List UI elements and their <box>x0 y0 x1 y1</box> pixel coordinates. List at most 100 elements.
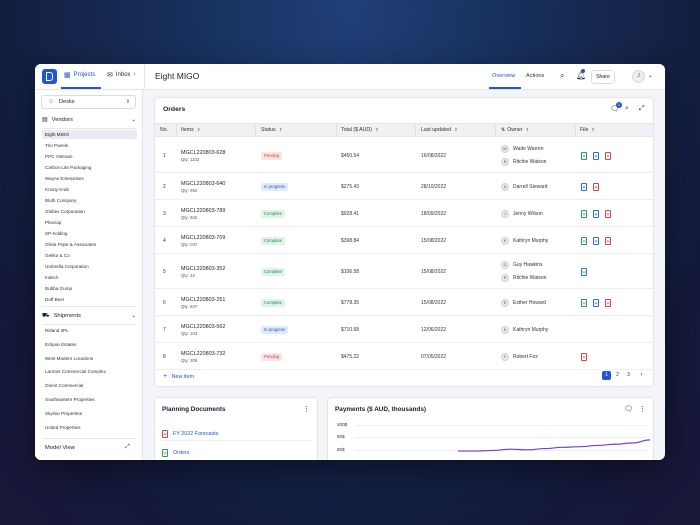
user-avatar[interactable]: J <box>632 70 645 83</box>
page-button-1[interactable]: 1 <box>602 371 611 380</box>
document-link[interactable]: ▤ Orders <box>162 449 189 457</box>
sidebar-item-vendor[interactable]: Krusty Krab <box>42 185 137 194</box>
sidebar-item-shipment[interactable]: West Modern Locations <box>42 354 137 363</box>
more-icon[interactable]: ⋮ <box>303 405 310 413</box>
col-total[interactable]: Total ($ AUD) ⇕ <box>341 127 379 133</box>
sidebar-item-shipment[interactable]: Southeastern Properties <box>42 395 137 404</box>
row-number: 4 <box>163 237 166 244</box>
table-row[interactable]: 5 MGCL220803-352 Qty: 12 Complete $106.58 15/… <box>155 254 653 289</box>
expand-icon[interactable]: ⤢ <box>125 444 130 451</box>
spreadsheet-file-icon[interactable]: ▤ <box>581 209 587 218</box>
item-code[interactable]: MGCL220803-562 <box>181 324 225 330</box>
owner[interactable]: J Jenny Wilson <box>501 209 543 218</box>
table-row[interactable]: 8 MGCL220803-732 Qty: 209 Pending $475.22 07/… <box>155 343 653 370</box>
sidebar-item-vendor[interactable]: Bluth Company <box>42 196 137 205</box>
row-number: 5 <box>163 268 166 275</box>
document-file-icon[interactable]: ▤ <box>593 236 599 245</box>
nav-projects[interactable]: ▦ Projects <box>64 71 95 79</box>
expand-icon[interactable]: ⤢ <box>639 105 645 113</box>
sidebar-item-vendor[interactable]: Plexzap <box>42 218 137 227</box>
sidebar-item-shipment[interactable]: Ritland 3PL <box>42 326 137 335</box>
sidebar-item-vendor[interactable]: Duff Beer <box>42 295 137 304</box>
pdf-file-icon[interactable]: ▤ <box>605 151 611 160</box>
col-owner[interactable]: ⇅ Owner ⇕ <box>501 127 529 133</box>
item-code[interactable]: MGCL220803-709 <box>181 235 225 241</box>
owner[interactable]: W Wade Warren <box>501 144 543 153</box>
sidebar-item-vendor[interactable]: Wayne Enterprises <box>42 174 137 183</box>
vendors-section-header[interactable]: ▤ Vendors ⌄ <box>42 116 136 124</box>
item-code[interactable]: MGCL220803-640 <box>181 181 225 187</box>
owner[interactable]: K Kathryn Murphy <box>501 325 548 334</box>
table-row[interactable]: 6 MGCL220803-251 Qty: 847 Complete $778.35 15… <box>155 289 653 316</box>
tab-overview[interactable]: Overview <box>492 73 515 79</box>
sidebar-item-shipment[interactable]: Larmier Commercial Complex <box>42 367 137 376</box>
page-button-3[interactable]: 3 <box>624 371 633 380</box>
table-row[interactable]: 3 MGCL220803-789 Qty: 842 Complete $928.41 18… <box>155 200 653 227</box>
next-page-icon[interactable]: › <box>637 371 646 380</box>
search-icon[interactable]: ⌕ <box>560 71 564 81</box>
sidebar-item-vendor[interactable]: SP-holding <box>42 229 137 238</box>
new-item-button[interactable]: + New item <box>163 373 194 380</box>
item-code[interactable]: MGCL220803-251 <box>181 297 225 303</box>
pdf-file-icon[interactable]: ▤ <box>605 209 611 218</box>
document-link[interactable]: ▤ FY 2022 Forecasts <box>162 430 218 438</box>
item-code[interactable]: MGCL220803-628 <box>181 150 225 156</box>
status-badge: Complete <box>261 267 285 276</box>
owner[interactable]: E Esther Howard <box>501 298 546 307</box>
document-file-icon[interactable]: ▤ <box>581 182 587 191</box>
sidebar-item-shipment[interactable]: United Properties <box>42 423 137 432</box>
spreadsheet-file-icon[interactable]: ▤ <box>581 298 587 307</box>
sidebar-item-vendor[interactable]: Bubba Gump <box>42 284 137 293</box>
table-row[interactable]: 4 MGCL220803-709 Qty: 047 Complete $398.84 15… <box>155 227 653 254</box>
sidebar-item-vendor[interactable]: Trio Panels <box>42 141 137 150</box>
sidebar-item-vendor[interactable]: Globex Corporation <box>42 207 137 216</box>
col-status[interactable]: Status ⇕ <box>261 127 283 133</box>
owner[interactable]: R Ritchie Watson <box>501 273 546 282</box>
sidebar-item-vendor[interactable]: Umbrella Corporation <box>42 262 137 271</box>
tab-actions[interactable]: Actions <box>526 73 544 79</box>
sidebar-item-vendor[interactable]: PPC Vietnam <box>42 152 137 161</box>
sidebar-item-shipment[interactable]: Eclipse Estates <box>42 340 137 349</box>
sidebar-item-shipment[interactable]: Skyline Properties <box>42 409 137 418</box>
sidebar-item-vendor[interactable]: Initech <box>42 273 137 282</box>
col-last-updated[interactable]: Last updated ⇕ <box>421 127 458 133</box>
table-row[interactable]: 1 MGCL220803-628 Qty: 1102 Pending $450.54 16… <box>155 138 653 173</box>
model-view-label[interactable]: Model View <box>45 445 75 451</box>
owner[interactable]: F Robert Fox <box>501 352 538 361</box>
sidebar-item-vendor[interactable]: Gekko & Co <box>42 251 137 260</box>
owner[interactable]: K Kathryn Murphy <box>501 236 548 245</box>
owner[interactable]: D Darrell Steward <box>501 182 547 191</box>
desks-select[interactable]: ☺ Desks ⇕ <box>41 95 136 109</box>
share-button[interactable]: Share <box>591 70 615 84</box>
col-items[interactable]: Items ⇕ <box>181 127 200 133</box>
pdf-file-icon[interactable]: ▤ <box>581 352 587 361</box>
item-code[interactable]: MGCL220803-789 <box>181 208 225 214</box>
item-code[interactable]: MGCL220803-732 <box>181 351 225 357</box>
owner[interactable]: R Ritchie Watson <box>501 157 546 166</box>
page-button-2[interactable]: 2 <box>613 371 622 380</box>
document-file-icon[interactable]: ▤ <box>581 267 587 276</box>
sidebar-item-vendor[interactable]: Eight MIGO <box>42 130 137 139</box>
owner[interactable]: G Guy Hawkins <box>501 260 542 269</box>
spreadsheet-file-icon[interactable]: ▤ <box>581 236 587 245</box>
table-row[interactable]: 2 MGCL220803-640 Qty: 692 In progress $275.4… <box>155 173 653 200</box>
item-code[interactable]: MGCL220803-352 <box>181 266 225 272</box>
sidebar-item-vendor[interactable]: Olivia Pope & Associates <box>42 240 137 249</box>
col-file[interactable]: File ⇕ <box>580 127 595 133</box>
pdf-file-icon[interactable]: ▤ <box>605 298 611 307</box>
table-row[interactable]: 7 MGCL220803-562 Qty: 103 In progress $710.6… <box>155 316 653 343</box>
search-icon[interactable]: ⌕ <box>625 105 629 113</box>
chevron-down-icon[interactable]: ⌄ <box>648 72 653 79</box>
spreadsheet-file-icon[interactable]: ▤ <box>581 151 587 160</box>
nav-inbox[interactable]: ✉ Inbox 1 <box>107 71 136 80</box>
document-file-icon[interactable]: ▤ <box>593 298 599 307</box>
pdf-file-icon[interactable]: ▤ <box>605 236 611 245</box>
app-logo[interactable] <box>42 69 57 84</box>
sidebar-item-vendor[interactable]: Carbon Lite Packaging <box>42 163 137 172</box>
sidebar-item-shipment[interactable]: Orient Commercial <box>42 381 137 390</box>
pdf-file-icon[interactable]: ▤ <box>593 182 599 191</box>
item-qty: Qty: 047 <box>181 241 198 247</box>
document-file-icon[interactable]: ▤ <box>593 209 599 218</box>
document-file-icon[interactable]: ▤ <box>593 151 599 160</box>
shipments-section-header[interactable]: ⛟ Shipments ⌄ <box>42 312 136 320</box>
